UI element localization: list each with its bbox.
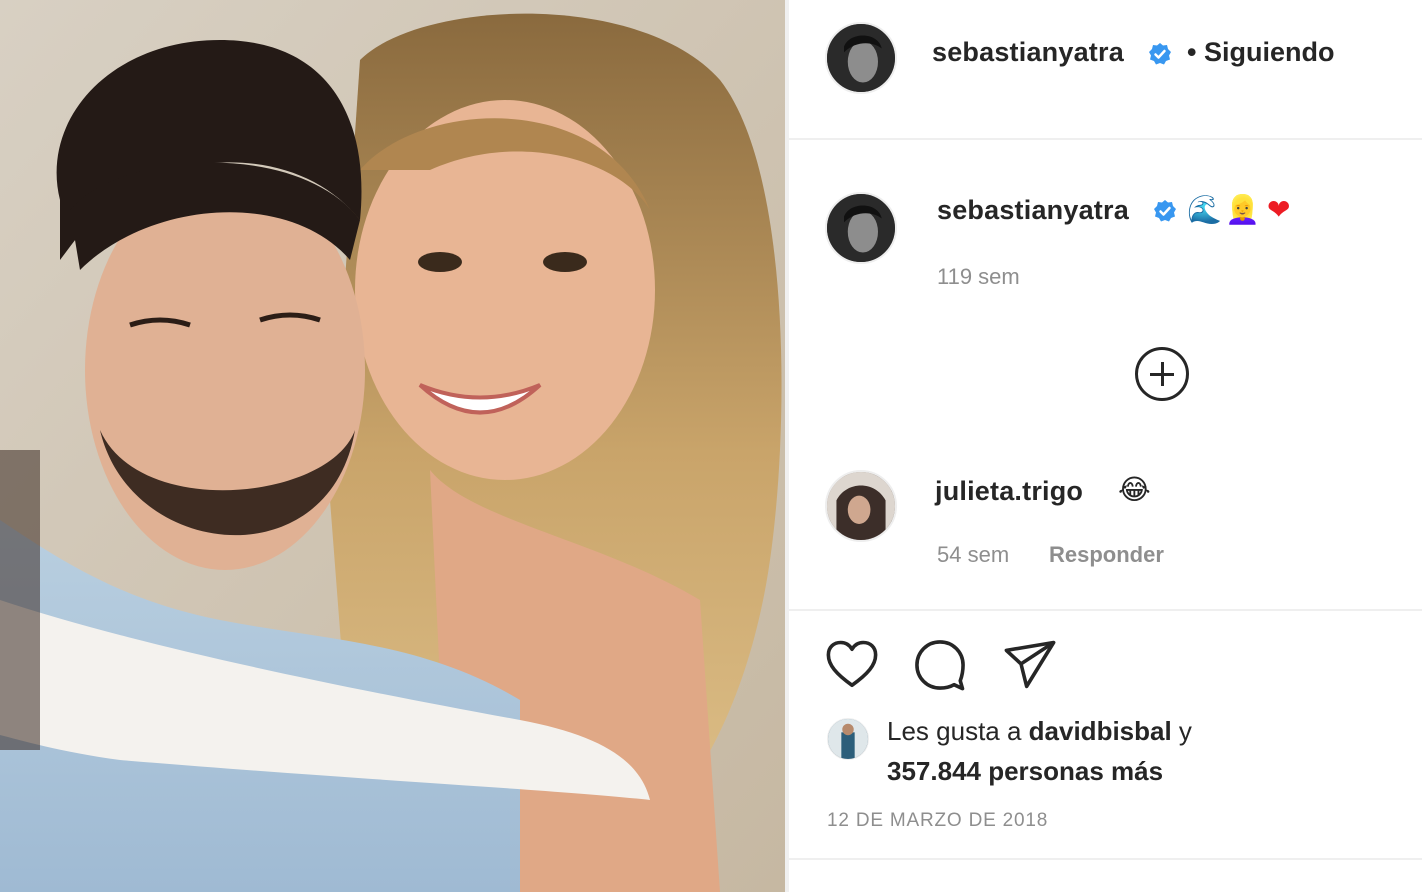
author-avatar[interactable] (825, 22, 897, 94)
commenter-avatar[interactable] (825, 470, 897, 542)
share-icon[interactable] (1003, 638, 1057, 692)
author-avatar-image (827, 24, 895, 92)
caption-emoji-wave: 🌊 (1187, 193, 1222, 226)
commenter-avatar-image (827, 472, 895, 540)
caption-time[interactable]: 119 sem (937, 264, 1020, 290)
caption-author-avatar[interactable] (825, 192, 897, 264)
post-date[interactable]: 12 DE MARZO DE 2018 (827, 810, 1048, 832)
likes-count[interactable]: 357.844 personas más (887, 756, 1163, 787)
likes-summary-line-1: Les gusta a davidbisbal y (887, 716, 1192, 747)
actions-separator (789, 609, 1422, 611)
caption-emoji-heart: ❤ (1267, 193, 1291, 226)
comment-time[interactable]: 54 sem (937, 542, 1009, 568)
likes-prefix: Les gusta a (887, 716, 1029, 746)
post-header: sebastianyatra • Siguiendo (789, 0, 1422, 140)
likes-conjunction: y (1171, 716, 1192, 746)
caption-username[interactable]: sebastianyatra (937, 195, 1129, 226)
comment-icon[interactable] (913, 638, 967, 692)
liker-avatar[interactable] (827, 718, 869, 760)
caption-verified-badge-icon (1154, 200, 1176, 222)
bottom-separator (789, 858, 1422, 860)
reply-button[interactable]: Responder (1049, 542, 1164, 568)
post-photo-illustration (0, 0, 785, 892)
comment-emoji-laugh: 😂 (1118, 473, 1151, 506)
caption-avatar-image (827, 194, 895, 262)
load-more-comments-icon[interactable] (1135, 347, 1189, 401)
post-side-panel: sebastianyatra • Siguiendo sebastianyatr… (789, 0, 1422, 892)
header-username[interactable]: sebastianyatra (932, 37, 1124, 68)
liker-username[interactable]: davidbisbal (1029, 716, 1172, 746)
commenter-username[interactable]: julieta.trigo (935, 476, 1083, 507)
heart-icon[interactable] (825, 638, 879, 692)
post-photo[interactable] (0, 0, 785, 892)
liker-avatar-image (828, 719, 868, 759)
caption-emoji-woman: 👱‍♀️ (1225, 193, 1260, 226)
follow-status[interactable]: • Siguiendo (1187, 37, 1334, 68)
verified-badge-icon (1149, 43, 1171, 65)
